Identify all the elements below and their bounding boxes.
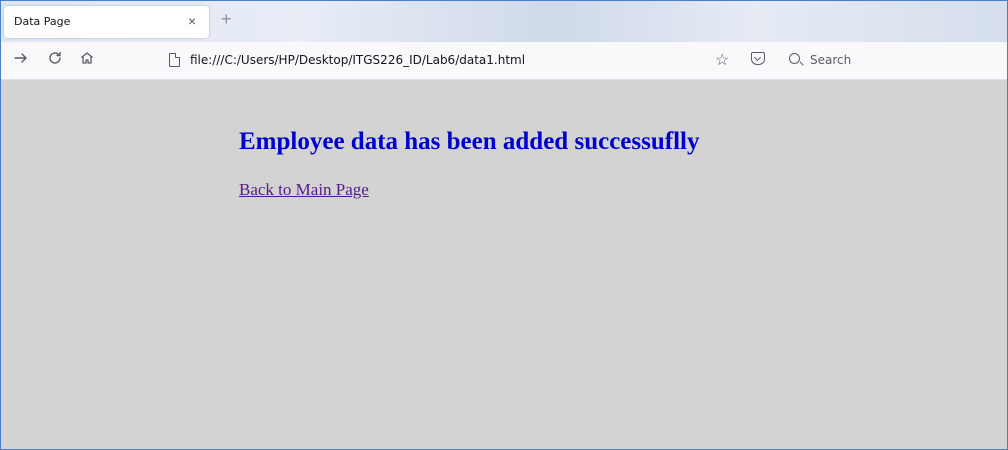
- new-tab-icon[interactable]: +: [221, 9, 232, 30]
- reload-icon[interactable]: [45, 50, 65, 70]
- tab-title: Data Page: [14, 15, 71, 28]
- navigation-toolbar: file:///C:/Users/HP/Desktop/ITGS226_ID/L…: [1, 42, 1007, 80]
- page-icon: [169, 53, 180, 67]
- bookmark-star-icon[interactable]: ☆: [715, 50, 729, 70]
- page-heading: Employee data has been added successufll…: [239, 128, 700, 155]
- page-content: Employee data has been added successufll…: [1, 80, 1007, 449]
- back-to-main-link[interactable]: Back to Main Page: [239, 180, 369, 200]
- tab-strip: Data Page × +: [1, 1, 1007, 42]
- tab-data-page[interactable]: Data Page ×: [4, 6, 209, 38]
- home-icon[interactable]: [77, 50, 97, 70]
- address-bar[interactable]: file:///C:/Users/HP/Desktop/ITGS226_ID/L…: [161, 48, 771, 74]
- pocket-icon[interactable]: [751, 52, 765, 65]
- search-placeholder: Search: [810, 53, 852, 67]
- close-tab-icon[interactable]: ×: [188, 13, 196, 29]
- search-input[interactable]: Search: [781, 48, 1007, 74]
- browser-window: Data Page × + file:///C:/Users/HP/Deskto…: [0, 0, 1008, 450]
- forward-icon[interactable]: [11, 50, 31, 70]
- url-text[interactable]: file:///C:/Users/HP/Desktop/ITGS226_ID/L…: [190, 53, 525, 67]
- search-icon: [789, 53, 800, 64]
